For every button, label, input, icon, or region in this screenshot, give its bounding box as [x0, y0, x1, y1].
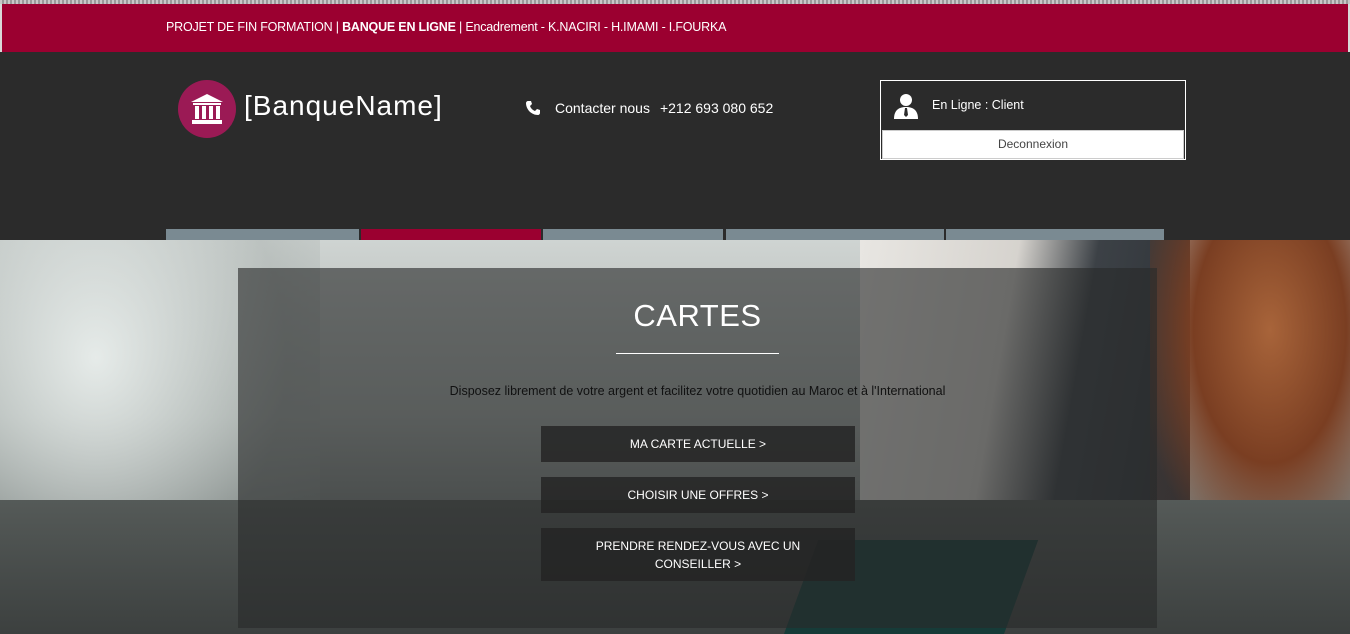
- brand-name[interactable]: [BanqueName]: [244, 90, 443, 122]
- page-subtitle: Disposez librement de votre argent et fa…: [449, 384, 946, 398]
- page-title: CARTES: [633, 298, 762, 333]
- contact-info: Contacter nous +212 693 080 652: [525, 100, 773, 116]
- user-panel: En Ligne : Client Deconnexion: [880, 80, 1186, 160]
- hero-background-hair: [1150, 240, 1350, 540]
- contact-label: Contacter nous: [555, 100, 650, 116]
- title-divider: [616, 353, 779, 354]
- bank-logo[interactable]: [178, 80, 236, 138]
- user-icon: [894, 94, 918, 119]
- choose-offer-button[interactable]: CHOISIR UNE OFFRES >: [541, 477, 855, 513]
- project-banner: PROJET DE FIN FORMATION | BANQUE EN LIGN…: [0, 4, 1350, 52]
- cards-panel: CARTES Disposez librement de votre argen…: [238, 268, 1157, 628]
- phone-icon: [526, 101, 540, 115]
- project-banner-bold: BANQUE EN LIGNE: [342, 20, 456, 34]
- user-status: En Ligne : Client: [932, 98, 1024, 112]
- book-appointment-button[interactable]: PRENDRE RENDEZ-VOUS AVEC UN CONSEILLER >: [541, 528, 855, 581]
- logout-button[interactable]: Deconnexion: [882, 130, 1184, 159]
- site-header: [BanqueName] Contacter nous +212 693 080…: [0, 52, 1350, 291]
- my-current-card-button[interactable]: MA CARTE ACTUELLE >: [541, 426, 855, 462]
- bank-icon: [191, 94, 223, 124]
- contact-phone[interactable]: +212 693 080 652: [660, 100, 773, 116]
- project-banner-text: PROJET DE FIN FORMATION | BANQUE EN LIGN…: [166, 20, 727, 34]
